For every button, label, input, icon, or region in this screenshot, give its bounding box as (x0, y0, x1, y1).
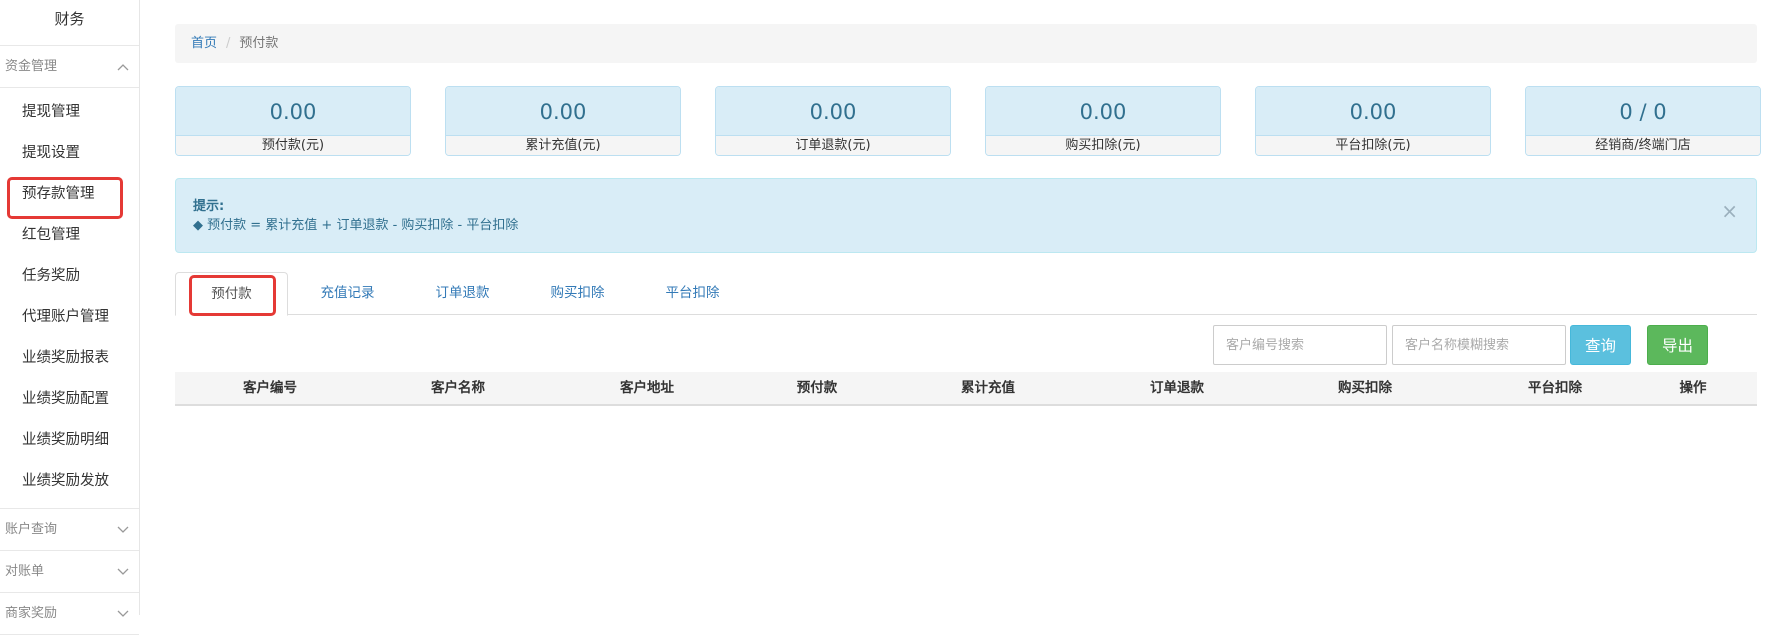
sidebar-item-label: 提现设置 (22, 145, 80, 161)
column-header: 操作 (1679, 380, 1707, 396)
sidebar-group-label: 商家奖励 (5, 606, 58, 621)
query-button[interactable]: 查询 (1570, 325, 1631, 365)
sidebar-item-label: 代理账户管理 (22, 309, 109, 325)
sidebar-group-label: 账户查询 (5, 522, 58, 537)
tab-label: 订单退款 (435, 285, 490, 301)
sidebar-item-performance-reward-config[interactable]: 业绩奖励配置 (0, 379, 139, 420)
alert-text: ◆ 预付款 = 累计充值 + 订单退款 - 购买扣除 - 平台扣除 (193, 218, 519, 233)
sidebar-group-account-query[interactable]: 账户查询 (0, 509, 139, 551)
sidebar-item-label: 业绩奖励明细 (22, 432, 109, 448)
column-header: 客户名称 (431, 380, 485, 396)
sidebar-group-fund-management[interactable]: 资金管理 (0, 46, 139, 88)
stat-label: 订单退款(元) (716, 136, 950, 155)
chevron-up-icon (115, 46, 131, 88)
stat-card-dealers-stores: 0 / 0 经销商/终端门店 (1525, 86, 1761, 156)
column-header: 订单退款 (1150, 380, 1204, 396)
tab-label: 购买扣除 (550, 285, 605, 301)
sidebar-item-task-rewards[interactable]: 任务奖励 (0, 256, 139, 297)
breadcrumb-current: 预付款 (239, 36, 279, 51)
column-header: 客户编号 (243, 380, 297, 396)
sidebar-item-label: 红包管理 (22, 227, 80, 243)
sidebar-item-deposit-management[interactable]: 预存款管理 (0, 174, 139, 219)
tab-purchase-deduction[interactable]: 购买扣除 (520, 272, 635, 315)
stat-card-total-recharge: 0.00 累计充值(元) (445, 86, 681, 156)
stats-row: 0.00 预付款(元) 0.00 累计充值(元) 0.00 订单退款(元) 0.… (175, 86, 1761, 156)
column-header: 预付款 (796, 380, 838, 396)
stat-value: 0.00 (1256, 87, 1490, 136)
stat-label: 购买扣除(元) (986, 136, 1220, 155)
sidebar-group-statement[interactable]: 对账单 (0, 551, 139, 593)
stat-label: 经销商/终端门店 (1526, 136, 1760, 155)
stat-value: 0.00 (716, 87, 950, 136)
sidebar-group-label: 资金管理 (5, 59, 58, 74)
sidebar-item-label: 任务奖励 (22, 268, 80, 284)
sidebar-group-label: 对账单 (5, 564, 45, 579)
stat-card-purchase-deduction: 0.00 购买扣除(元) (985, 86, 1221, 156)
chevron-down-icon (115, 593, 131, 635)
sidebar-title: 财务 (0, 0, 139, 46)
close-icon[interactable]: × (1721, 201, 1738, 221)
stat-value: 0 / 0 (1526, 87, 1760, 136)
tab-label: 平台扣除 (665, 285, 720, 301)
stat-card-order-refund: 0.00 订单退款(元) (715, 86, 951, 156)
sidebar-item-label: 业绩奖励配置 (22, 391, 109, 407)
sidebar-item-label: 预存款管理 (22, 186, 95, 202)
sidebar-submenu: 提现管理 提现设置 预存款管理 红包管理 任务奖励 代理账户管理 业绩奖励报表 … (0, 88, 139, 509)
tab-recharge-records[interactable]: 充值记录 (290, 272, 405, 315)
stat-card-prepayment: 0.00 预付款(元) (175, 86, 411, 156)
sidebar-item-label: 提现管理 (22, 104, 80, 120)
chevron-down-icon (115, 551, 131, 593)
breadcrumb: 首页 / 预付款 (175, 24, 1757, 63)
export-button[interactable]: 导出 (1647, 325, 1708, 365)
sidebar-item-label: 业绩奖励报表 (22, 350, 109, 366)
sidebar-item-agent-account-management[interactable]: 代理账户管理 (0, 297, 139, 338)
sidebar-item-withdraw-settings[interactable]: 提现设置 (0, 133, 139, 174)
sidebar-item-red-packet-management[interactable]: 红包管理 (0, 215, 139, 256)
highlight-box (189, 275, 276, 316)
info-alert: 提示: ◆ 预付款 = 累计充值 + 订单退款 - 购买扣除 - 平台扣除 × (175, 178, 1757, 253)
stat-value: 0.00 (986, 87, 1220, 136)
column-header: 客户地址 (620, 380, 674, 396)
column-header: 累计充值 (961, 380, 1015, 396)
column-header: 购买扣除 (1338, 380, 1392, 396)
tab-platform-deduction[interactable]: 平台扣除 (635, 272, 750, 315)
sidebar-item-performance-reward-report[interactable]: 业绩奖励报表 (0, 338, 139, 379)
breadcrumb-home-link[interactable]: 首页 (191, 36, 217, 51)
sidebar: 财务 资金管理 提现管理 提现设置 预存款管理 红包管理 任务奖励 代理账户管理… (0, 0, 140, 635)
chevron-down-icon (115, 509, 131, 551)
stat-label: 累计充值(元) (446, 136, 680, 155)
sidebar-item-performance-reward-details[interactable]: 业绩奖励明细 (0, 420, 139, 461)
tab-label: 充值记录 (320, 285, 375, 301)
stat-value: 0.00 (446, 87, 680, 136)
stat-card-platform-deduction: 0.00 平台扣除(元) (1255, 86, 1491, 156)
customer-name-search-input[interactable] (1392, 325, 1566, 365)
stat-value: 0.00 (176, 87, 410, 136)
column-header: 平台扣除 (1528, 380, 1582, 396)
customer-no-search-input[interactable] (1213, 325, 1387, 365)
tab-bar: 预付款 充值记录 订单退款 购买扣除 平台扣除 (175, 272, 1757, 316)
sidebar-item-performance-reward-payout[interactable]: 业绩奖励发放 (0, 461, 139, 502)
stat-label: 平台扣除(元) (1256, 136, 1490, 155)
breadcrumb-separator: / (226, 36, 231, 51)
tab-prepayment[interactable]: 预付款 (175, 272, 288, 316)
sidebar-item-label: 业绩奖励发放 (22, 473, 109, 489)
tab-order-refund[interactable]: 订单退款 (405, 272, 520, 315)
stat-label: 预付款(元) (176, 136, 410, 155)
alert-title: 提示: (193, 199, 225, 214)
sidebar-item-withdraw-management[interactable]: 提现管理 (0, 92, 139, 133)
sidebar-group-merchant-rewards[interactable]: 商家奖励 (0, 593, 139, 635)
search-toolbar: 查询 导出 (175, 316, 1757, 372)
table-header: 客户编号 客户名称 客户地址 预付款 累计充值 订单退款 购买扣除 平台扣除 操… (175, 372, 1757, 406)
